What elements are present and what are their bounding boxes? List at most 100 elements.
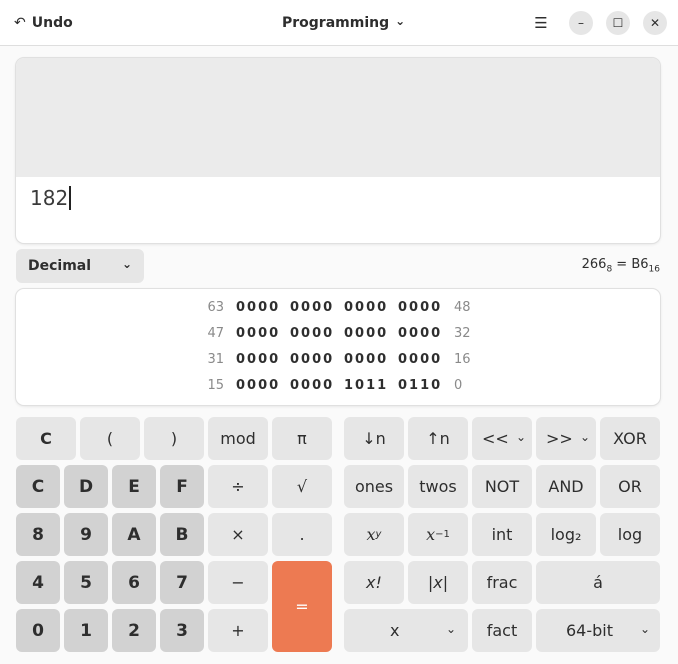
bit-panel: 63 0000 0000 0000 0000 48 47 0000 0000 0… [16,289,660,405]
bit-nibble[interactable]: 0000 [236,352,280,367]
absolute-value-button[interactable]: |x| [408,561,468,604]
insert-character-button[interactable]: á [536,561,660,604]
mod-button[interactable]: mod [208,417,268,460]
bit-nibble[interactable]: 1011 [344,378,388,393]
undo-label: Undo [31,15,73,31]
hex-b-button[interactable]: B [160,513,204,556]
mode-label: Programming [282,15,390,31]
fact-button[interactable]: fact [472,609,532,652]
power-button[interactable]: xy [344,513,404,556]
bit-nibble[interactable]: 0000 [236,378,280,393]
decimal-point-button[interactable]: . [272,513,332,556]
mode-selector[interactable]: Programming ⌄ [282,11,405,35]
power-exponent: y [375,529,382,540]
chevron-down-icon: ⌄ [121,257,132,271]
bit-nibble[interactable]: 0000 [344,352,388,367]
log2-button[interactable]: log₂ [536,513,596,556]
display-card: 182 [16,58,660,243]
ones-complement-button[interactable]: ones [344,465,404,508]
clear-button[interactable]: C [16,417,76,460]
chevron-down-icon: ⌄ [515,429,526,444]
hex-e-button[interactable]: E [112,465,156,508]
bit-nibble[interactable]: 0000 [290,300,334,315]
twos-complement-button[interactable]: twos [408,465,468,508]
bit-row: 63 0000 0000 0000 0000 48 [16,298,660,318]
bit-nibble[interactable]: 0000 [290,326,334,341]
hex-f-button[interactable]: F [160,465,204,508]
variable-label: x [390,621,400,640]
bit-nibble[interactable]: 0000 [290,352,334,367]
bit-nibble[interactable]: 0000 [236,300,280,315]
hex-d-button[interactable]: D [64,465,108,508]
bit-row-high-index: 47 [207,326,224,341]
bit-row-high-index: 31 [207,352,224,367]
bit-row-low-index: 32 [454,326,471,341]
bit-nibble[interactable]: 0110 [398,378,442,393]
subtract-button[interactable]: − [208,561,268,604]
hex-value: B6 [631,257,649,272]
close-button[interactable]: ✕ [643,11,667,35]
bit-nibble[interactable]: 0000 [344,326,388,341]
bit-row: 15 0000 0000 1011 0110 0 [16,376,660,396]
digit-1-button[interactable]: 1 [64,609,108,652]
digit-5-button[interactable]: 5 [64,561,108,604]
not-button[interactable]: NOT [472,465,532,508]
bit-nibble[interactable]: 0000 [398,326,442,341]
header-bar: ↶ Undo Programming ⌄ ☰ – ☐ ✕ [0,0,678,46]
word-size-dropdown[interactable]: 64-bit ⌄ [536,609,660,652]
open-paren-button[interactable]: ( [80,417,140,460]
divide-button[interactable]: ÷ [208,465,268,508]
entry-field[interactable]: 182 [30,184,72,212]
digit-9-button[interactable]: 9 [64,513,108,556]
hex-c-button[interactable]: C [16,465,60,508]
bit-nibble[interactable]: 0000 [398,300,442,315]
bit-nibble[interactable]: 0000 [236,326,280,341]
text-caret [69,186,72,210]
pi-button[interactable]: π [272,417,332,460]
undo-button[interactable]: ↶ Undo [14,11,73,35]
sqrt-button[interactable]: √ [272,465,332,508]
and-button[interactable]: AND [536,465,596,508]
close-icon: ✕ [649,16,661,30]
shift-right-label: >> [546,429,573,448]
frac-button[interactable]: frac [472,561,532,604]
digit-3-button[interactable]: 3 [160,609,204,652]
maximize-button[interactable]: ☐ [606,11,630,35]
inverse-exponent: −1 [435,529,450,540]
digit-6-button[interactable]: 6 [112,561,156,604]
shift-up-button[interactable]: ↑n [408,417,468,460]
variable-dropdown[interactable]: x ⌄ [344,609,468,652]
entry-value: 182 [30,186,69,210]
multiply-button[interactable]: × [208,513,268,556]
int-button[interactable]: int [472,513,532,556]
bit-row-low-index: 48 [454,300,471,315]
digit-2-button[interactable]: 2 [112,609,156,652]
undo-icon: ↶ [14,15,26,31]
digit-0-button[interactable]: 0 [16,609,60,652]
factorial-button[interactable]: x! [344,561,404,604]
shift-down-button[interactable]: ↓n [344,417,404,460]
menu-icon: ☰ [534,14,548,32]
shift-left-dropdown[interactable]: << ⌄ [472,417,532,460]
bit-nibble[interactable]: 0000 [344,300,388,315]
digit-4-button[interactable]: 4 [16,561,60,604]
bit-row: 47 0000 0000 0000 0000 32 [16,324,660,344]
shift-right-dropdown[interactable]: >> ⌄ [536,417,596,460]
inverse-button[interactable]: x −1 [408,513,468,556]
log-button[interactable]: log [600,513,660,556]
bit-nibble[interactable]: 0000 [290,378,334,393]
equals-button[interactable]: = [272,561,332,652]
digit-8-button[interactable]: 8 [16,513,60,556]
history-area [16,58,660,177]
hex-subscript: 16 [648,264,660,275]
xor-button[interactable]: XOR [600,417,660,460]
hex-a-button[interactable]: A [112,513,156,556]
add-button[interactable]: + [208,609,268,652]
or-button[interactable]: OR [600,465,660,508]
close-paren-button[interactable]: ) [144,417,204,460]
digit-7-button[interactable]: 7 [160,561,204,604]
menu-button[interactable]: ☰ [529,12,553,34]
bit-nibble[interactable]: 0000 [398,352,442,367]
minimize-button[interactable]: – [569,11,593,35]
number-base-dropdown[interactable]: Decimal ⌄ [16,249,144,283]
